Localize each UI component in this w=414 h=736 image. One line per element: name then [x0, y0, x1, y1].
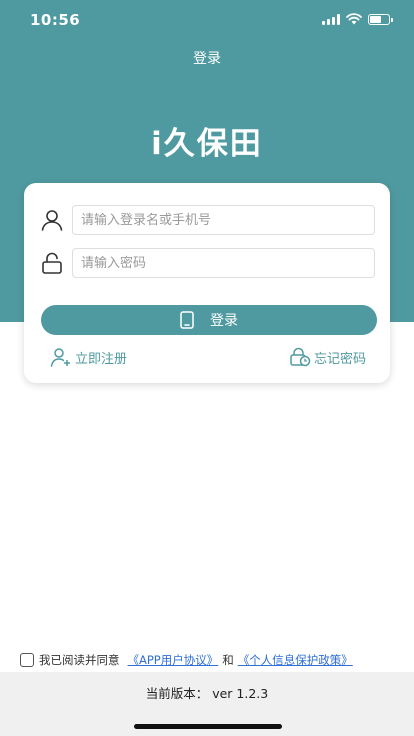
status-bar: 10:56: [0, 0, 414, 40]
battery-icon: [368, 13, 393, 25]
agreement-checkbox[interactable]: [20, 653, 34, 667]
register-label: 立即注册: [75, 351, 128, 367]
login-card: 登录 立即注册 忘记密码: [24, 183, 390, 383]
status-icons: [322, 13, 393, 25]
nav-title: 登录: [193, 51, 221, 67]
lock-icon: [38, 249, 66, 277]
user-icon: [38, 206, 66, 234]
status-time: 10:56: [30, 11, 81, 29]
login-button[interactable]: 登录: [41, 305, 377, 335]
signal-icon: [322, 13, 340, 25]
privacy-policy-link[interactable]: 《个人信息保护政策》: [238, 652, 353, 668]
wifi-icon: [346, 13, 362, 25]
agreement-row: 我已阅读并同意 《APP用户协议》 和 《个人信息保护政策》: [20, 652, 400, 668]
lock-clock-icon: [290, 347, 311, 367]
username-input[interactable]: [72, 205, 375, 235]
password-input[interactable]: [72, 248, 375, 278]
register-link[interactable]: 立即注册: [50, 347, 127, 367]
add-user-icon: [50, 348, 70, 367]
login-button-label: 登录: [210, 313, 238, 329]
phone-icon: [180, 311, 194, 329]
agreement-conjunction: 和: [222, 653, 234, 667]
app-agreement-link[interactable]: 《APP用户协议》: [128, 652, 219, 668]
username-row: [38, 205, 375, 235]
footer: 当前版本： ver 1.2.3: [0, 672, 414, 736]
agreement-prefix: 我已阅读并同意: [39, 653, 120, 667]
password-row: [38, 248, 375, 278]
app-name: i久保田: [151, 126, 263, 162]
home-indicator: [134, 724, 282, 729]
forgot-password-link[interactable]: 忘记密码: [289, 347, 366, 367]
version-text: 当前版本： ver 1.2.3: [145, 686, 269, 701]
forgot-password-label: 忘记密码: [313, 351, 366, 367]
